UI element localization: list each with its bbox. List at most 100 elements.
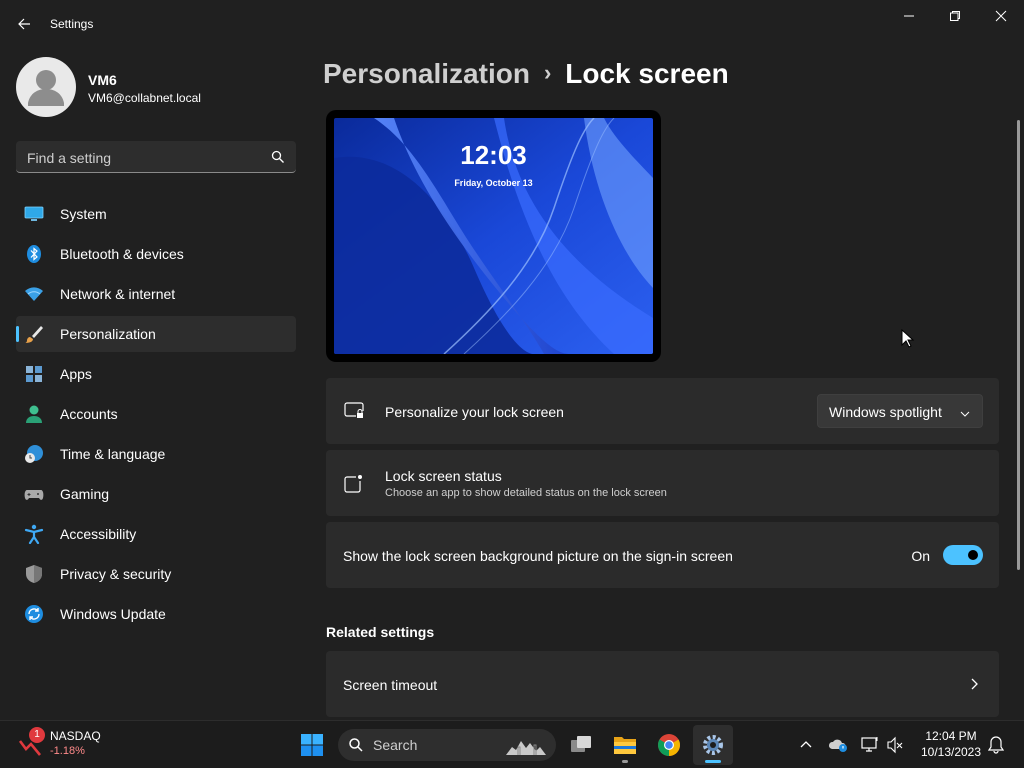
app-title: Settings (50, 17, 94, 31)
sidebar-item-bluetooth[interactable]: Bluetooth & devices (16, 236, 296, 272)
bluetooth-icon (24, 244, 44, 264)
personalize-lock-screen-label: Personalize your lock screen (385, 404, 564, 420)
gamepad-icon (24, 484, 44, 504)
lock-screen-icon (344, 401, 364, 421)
stock-name: NASDAQ (50, 729, 101, 743)
shield-icon (24, 564, 44, 584)
sidebar-item-windows-update[interactable]: Windows Update (16, 596, 296, 632)
onedrive-icon[interactable] (826, 733, 850, 757)
mouse-pointer-icon (901, 328, 915, 349)
sidebar-item-label: Windows Update (60, 606, 166, 622)
sidebar-item-label: Accounts (60, 406, 118, 422)
title-bar: Settings (0, 0, 1024, 48)
wifi-icon (24, 284, 44, 304)
chevron-down-icon (960, 406, 970, 417)
sidebar-item-personalization[interactable]: Personalization (16, 316, 296, 352)
signin-background-toggle[interactable] (943, 545, 983, 565)
settings-gear-icon[interactable] (693, 725, 733, 765)
avatar (16, 57, 76, 117)
sidebar-item-network[interactable]: Network & internet (16, 276, 296, 312)
chevron-right-icon: › (543, 60, 552, 85)
preview-date: Friday, October 13 (454, 178, 533, 188)
chevron-up-icon[interactable] (794, 733, 818, 757)
volume-muted-icon[interactable] (883, 733, 907, 757)
signin-background-row: Show the lock screen background picture … (326, 522, 999, 588)
apps-icon (24, 364, 44, 384)
sidebar-item-label: Apps (60, 366, 92, 382)
screen-timeout-row[interactable]: Screen timeout (326, 651, 999, 717)
breadcrumb: Personalization › Lock screen (323, 58, 729, 98)
clock-time: 12:04 PM (925, 729, 977, 743)
sidebar-item-system[interactable]: System (16, 196, 296, 232)
breadcrumb-parent[interactable]: Personalization (323, 58, 530, 89)
stock-change: -1.18% (50, 745, 85, 757)
find-setting-input[interactable]: Find a setting (16, 141, 296, 173)
search-highlight-icon (504, 733, 552, 757)
file-explorer-icon[interactable] (605, 725, 645, 765)
lock-screen-type-dropdown[interactable]: Windows spotlight (817, 394, 983, 428)
sidebar-item-gaming[interactable]: Gaming (16, 476, 296, 512)
monitor-icon (24, 204, 44, 224)
active-indicator (705, 760, 721, 763)
person-icon (24, 404, 44, 424)
lock-screen-status-description: Choose an app to show detailed status on… (385, 487, 667, 499)
preview-time: 12:03 (460, 140, 527, 170)
screen-timeout-label: Screen timeout (343, 677, 438, 693)
taskbar-search-placeholder: Search (373, 737, 418, 753)
minimize-icon[interactable] (886, 0, 932, 32)
sidebar-nav: System Bluetooth & devices Network & int… (16, 196, 296, 636)
windows-start-icon[interactable] (292, 725, 332, 765)
sidebar-item-apps[interactable]: Apps (16, 356, 296, 392)
toggle-state-label: On (911, 548, 930, 564)
system-clock[interactable]: 12:04 PM 10/13/2023 (915, 729, 987, 759)
sidebar-item-label: Privacy & security (60, 566, 172, 582)
related-settings-heading: Related settings (326, 624, 435, 640)
update-icon (24, 604, 44, 624)
sidebar-item-label: Gaming (60, 486, 110, 502)
scrollbar[interactable] (1017, 120, 1020, 570)
search-icon (348, 737, 364, 758)
dropdown-value: Windows spotlight (829, 404, 942, 420)
chrome-icon[interactable] (649, 725, 689, 765)
search-placeholder: Find a setting (27, 150, 112, 166)
sidebar-item-label: System (60, 206, 107, 222)
restore-icon[interactable] (932, 0, 978, 32)
page-title: Lock screen (565, 58, 729, 89)
bell-icon[interactable] (984, 733, 1008, 757)
sidebar-item-time-language[interactable]: Time & language (16, 436, 296, 472)
status-app-icon (344, 473, 364, 493)
taskbar-search-box[interactable]: Search (338, 729, 556, 761)
lock-screen-status-title: Lock screen status (385, 468, 502, 484)
chevron-right-icon (969, 677, 979, 691)
running-indicator (622, 760, 628, 763)
taskbar: 1 NASDAQ -1.18% Search 12:04 PM 10/13/20… (0, 720, 1024, 768)
settings-window: Settings VM6 VM6@collabnet.local Find a … (0, 0, 1024, 720)
sidebar-item-label: Personalization (60, 326, 156, 342)
network-icon[interactable] (858, 733, 882, 757)
stock-widget[interactable]: 1 NASDAQ -1.18% (18, 727, 138, 761)
signin-background-label: Show the lock screen background picture … (343, 548, 733, 564)
user-name: VM6 (88, 72, 117, 88)
lock-screen-status-row[interactable]: Lock screen status Choose an app to show… (326, 450, 999, 516)
close-icon[interactable] (978, 0, 1024, 32)
sidebar-item-label: Bluetooth & devices (60, 246, 184, 262)
user-email: VM6@collabnet.local (88, 91, 201, 105)
task-view-icon[interactable] (561, 725, 601, 765)
user-profile[interactable]: VM6 VM6@collabnet.local (16, 57, 296, 117)
globe-clock-icon (24, 444, 44, 464)
sidebar-item-accessibility[interactable]: Accessibility (16, 516, 296, 552)
paintbrush-icon (24, 324, 44, 344)
personalize-lock-screen-row: Personalize your lock screen Windows spo… (326, 378, 999, 444)
back-arrow-icon[interactable] (12, 12, 36, 36)
search-icon (270, 149, 286, 165)
accessibility-icon (24, 524, 44, 545)
sidebar-item-privacy-security[interactable]: Privacy & security (16, 556, 296, 592)
toggle-knob (968, 550, 978, 560)
lock-screen-preview: 12:03 Friday, October 13 (326, 110, 661, 362)
sidebar-item-label: Accessibility (60, 526, 137, 542)
sidebar-item-label: Network & internet (60, 286, 176, 302)
clock-date: 10/13/2023 (920, 745, 982, 759)
notification-badge: 1 (29, 727, 45, 743)
lock-screen-wallpaper: 12:03 Friday, October 13 (334, 118, 653, 354)
sidebar-item-accounts[interactable]: Accounts (16, 396, 296, 432)
